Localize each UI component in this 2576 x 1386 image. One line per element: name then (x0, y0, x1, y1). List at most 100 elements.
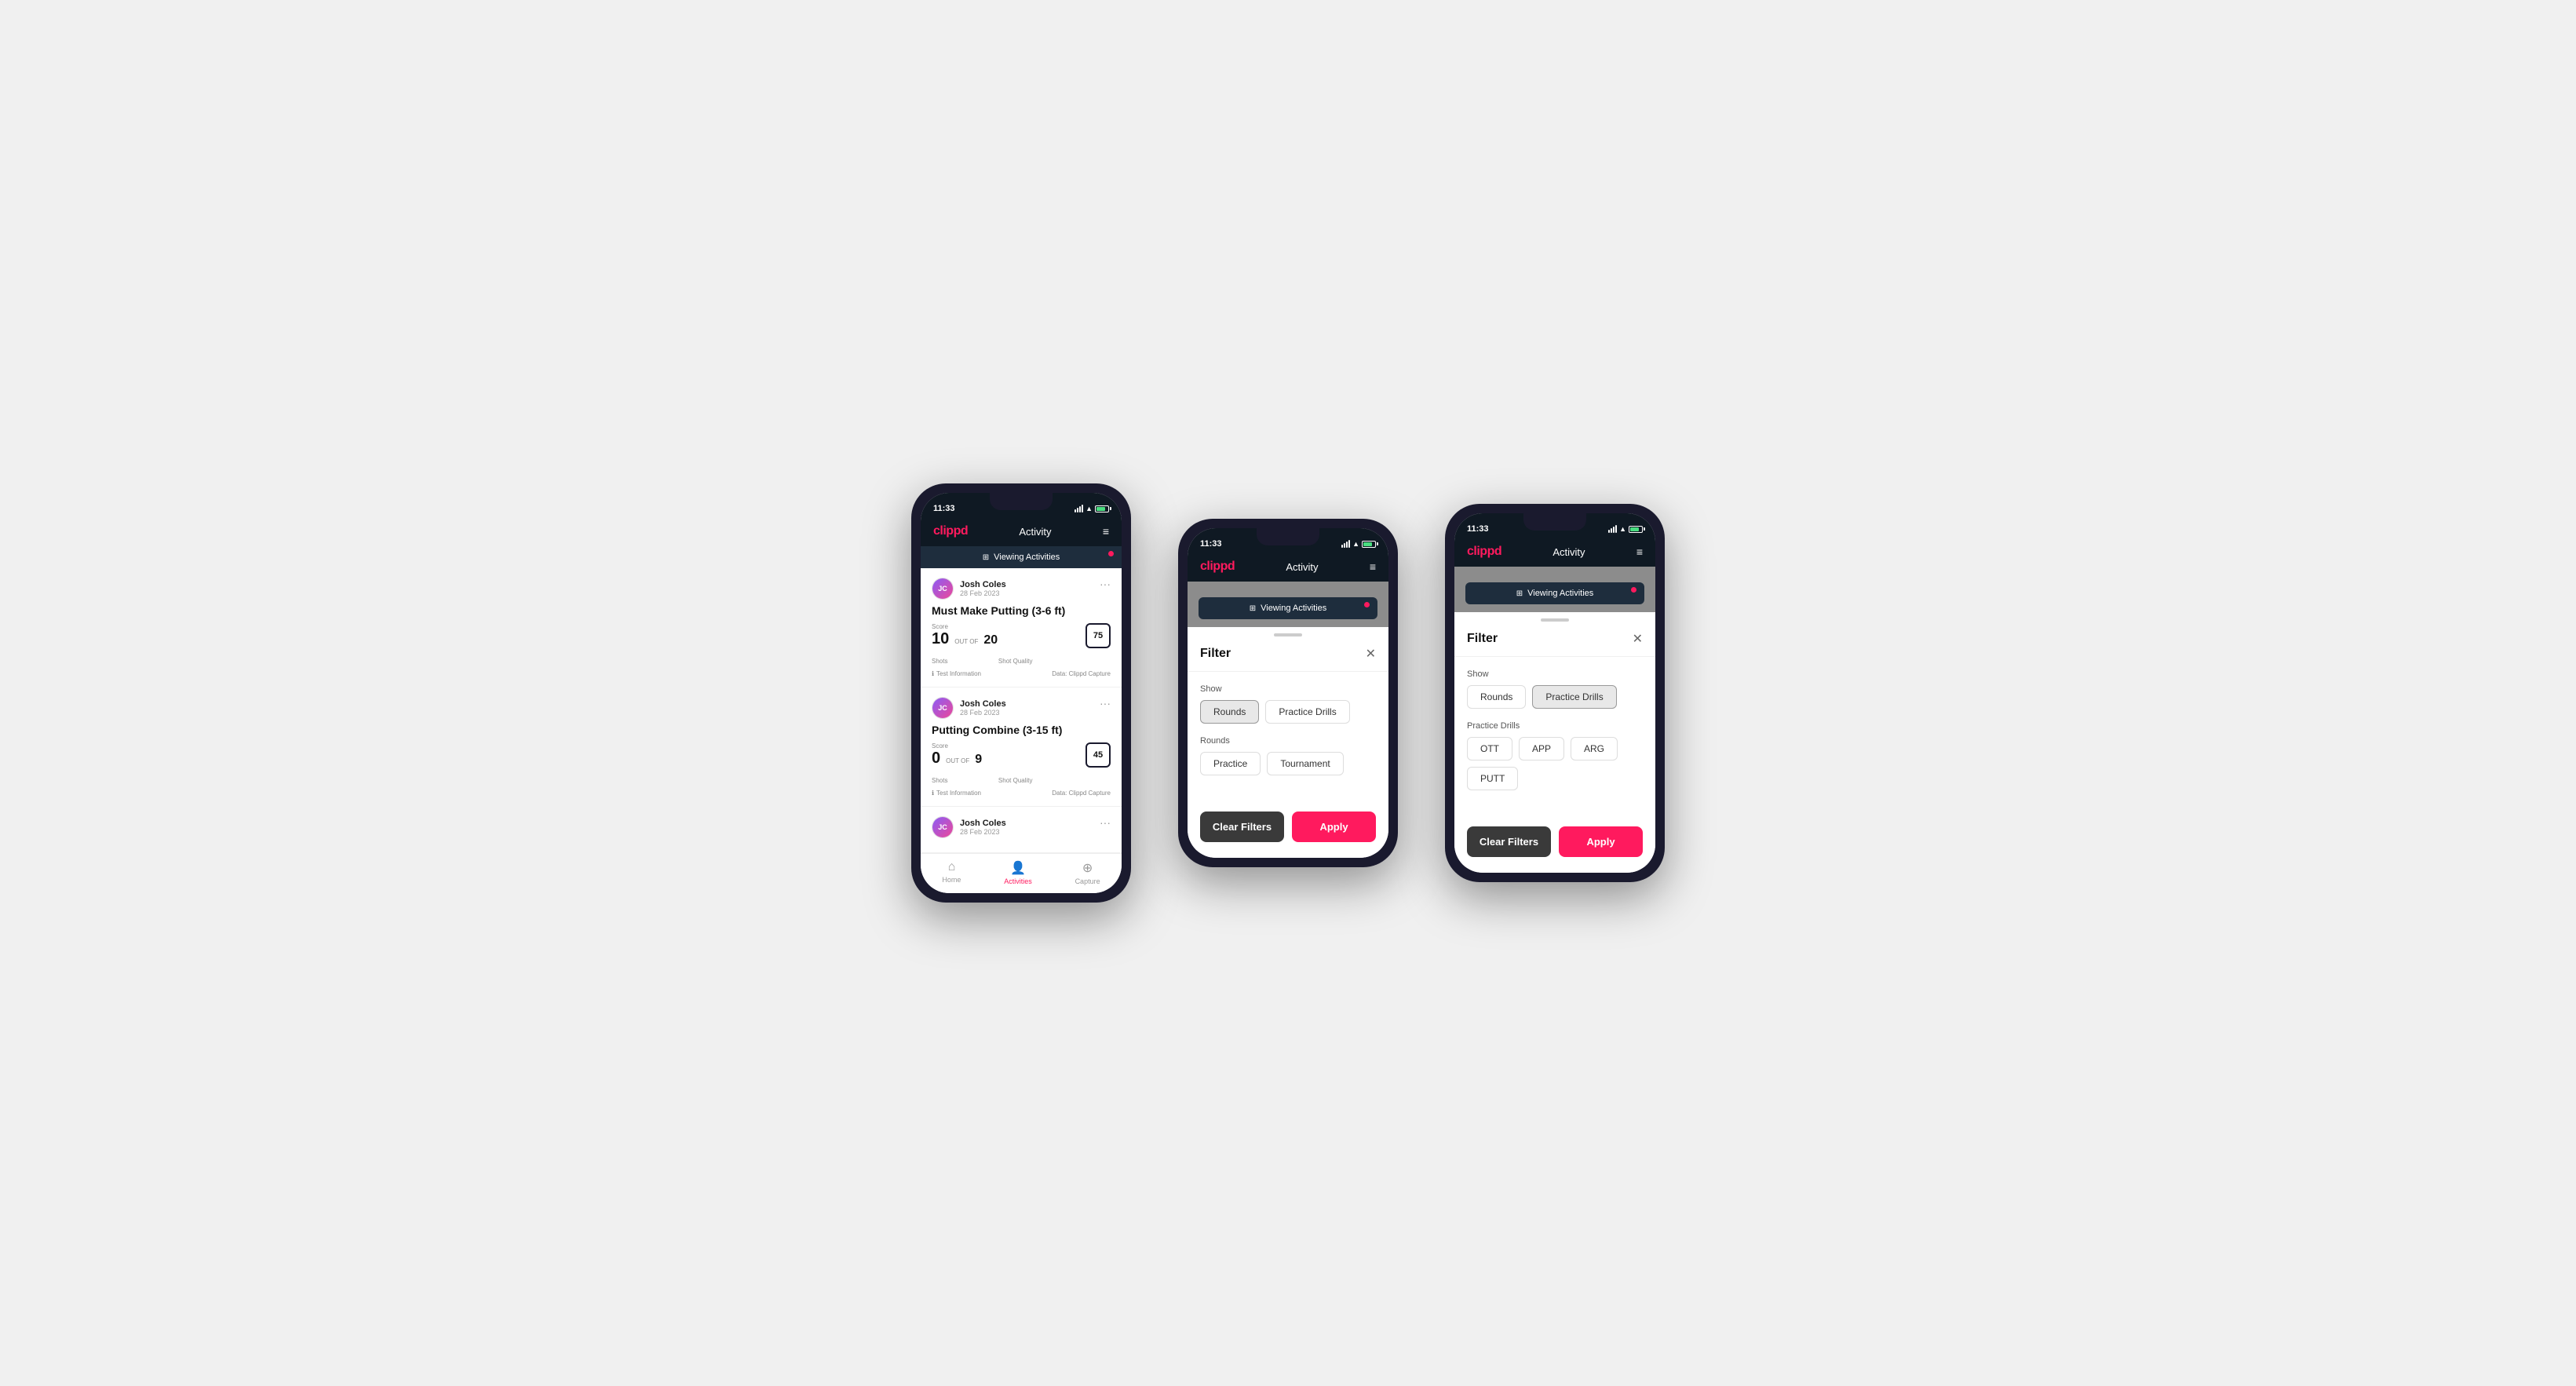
viewing-bar-3[interactable]: ⊞ Viewing Activities (1465, 582, 1644, 604)
wifi-icon-3: ▲ (1619, 525, 1626, 533)
rounds-label-2: Rounds (1200, 736, 1376, 746)
capture-label: Capture (1075, 877, 1100, 885)
header-title-3: Activity (1553, 546, 1585, 558)
close-btn-3[interactable]: ✕ (1633, 631, 1643, 647)
logo-2: clippd (1200, 560, 1235, 574)
chip-practice-drills-3[interactable]: Practice Drills (1532, 685, 1616, 709)
status-time-1: 11:33 (933, 504, 955, 513)
user-date-1: 28 Feb 2023 (960, 589, 1006, 597)
dark-overlay-2: ⊞ Viewing Activities (1188, 582, 1388, 627)
nav-home[interactable]: ⌂ Home (942, 860, 961, 885)
user-info-3: JC Josh Coles 28 Feb 2023 (932, 816, 1006, 838)
capture-icon: ⊕ (1082, 860, 1093, 876)
signal-icon (1075, 505, 1083, 512)
red-dot-2 (1364, 602, 1370, 607)
clear-filters-btn-3[interactable]: Clear Filters (1467, 826, 1551, 857)
filter-footer-3: Clear Filters Apply (1454, 815, 1655, 873)
user-date-2: 28 Feb 2023 (960, 709, 1006, 717)
chip-tournament-2[interactable]: Tournament (1267, 752, 1343, 775)
avatar-1: JC (932, 578, 954, 600)
filter-icon-1: ⊞ (983, 553, 989, 562)
test-info-1: ℹ Test Information (932, 670, 981, 677)
sheet-handle-2 (1274, 633, 1302, 636)
stats-row-2: Score 0 OUT OF 9 45 (932, 742, 1111, 768)
rounds-chips-2: Practice Tournament (1200, 752, 1376, 775)
chip-ott-3[interactable]: OTT (1467, 737, 1512, 760)
activity-header-3: JC Josh Coles 28 Feb 2023 ··· (932, 816, 1111, 838)
battery-icon (1095, 505, 1109, 512)
avatar-2: JC (932, 697, 954, 719)
data-source-1: Data: Clippd Capture (1052, 670, 1111, 677)
filter-icon-2: ⊞ (1250, 604, 1256, 613)
apply-btn-3[interactable]: Apply (1559, 826, 1643, 857)
user-meta-1: Josh Coles 28 Feb 2023 (960, 580, 1006, 597)
status-icons-3: ▲ (1608, 525, 1643, 533)
status-icons-2: ▲ (1341, 540, 1376, 548)
user-name-1: Josh Coles (960, 580, 1006, 589)
signal-icon-3 (1608, 525, 1617, 533)
filter-header-2: Filter ✕ (1188, 640, 1388, 672)
viewing-bar-text-2: Viewing Activities (1261, 604, 1326, 613)
score-value-1: 10 (932, 630, 949, 648)
chip-rounds-3[interactable]: Rounds (1467, 685, 1526, 709)
user-date-3: 28 Feb 2023 (960, 828, 1006, 836)
activity-footer-1: ℹ Test Information Data: Clippd Capture (932, 670, 1111, 677)
chip-app-3[interactable]: APP (1519, 737, 1564, 760)
close-btn-2[interactable]: ✕ (1366, 646, 1376, 662)
total-2: 9 (975, 753, 982, 767)
more-dots-1[interactable]: ··· (1100, 578, 1111, 590)
filter-title-3: Filter (1467, 632, 1498, 646)
chip-practice-drills-2[interactable]: Practice Drills (1265, 700, 1349, 724)
test-info-2: ℹ Test Information (932, 790, 981, 797)
viewing-bar-1[interactable]: ⊞ Viewing Activities (921, 546, 1122, 568)
nav-activities[interactable]: 👤 Activities (1004, 860, 1032, 885)
logo-3: clippd (1467, 545, 1501, 559)
wifi-icon-2: ▲ (1352, 540, 1359, 548)
notch-2 (1257, 528, 1319, 545)
apply-btn-2[interactable]: Apply (1292, 812, 1376, 842)
activity-item-2: JC Josh Coles 28 Feb 2023 ··· Putting Co… (921, 688, 1122, 807)
app-header-2: clippd Activity ≡ (1188, 553, 1388, 582)
nav-capture[interactable]: ⊕ Capture (1075, 860, 1100, 885)
more-dots-2[interactable]: ··· (1100, 697, 1111, 709)
user-meta-2: Josh Coles 28 Feb 2023 (960, 699, 1006, 717)
menu-icon-1[interactable]: ≡ (1103, 525, 1109, 538)
chip-practice-2[interactable]: Practice (1200, 752, 1261, 775)
data-source-2: Data: Clippd Capture (1052, 790, 1111, 797)
chip-putt-3[interactable]: PUTT (1467, 767, 1518, 790)
activities-icon: 👤 (1010, 860, 1026, 876)
clear-filters-btn-2[interactable]: Clear Filters (1200, 812, 1284, 842)
stats-row-1: Score 10 OUT OF 20 75 (932, 623, 1111, 648)
filter-icon-3: ⊞ (1516, 589, 1523, 598)
red-dot-1 (1108, 551, 1114, 556)
chip-arg-3[interactable]: ARG (1571, 737, 1618, 760)
phone-3: 11:33 ▲ clippd Activity ≡ (1445, 504, 1665, 882)
total-1: 20 (983, 633, 998, 647)
phone-1-screen: 11:33 ▲ clippd Activity ≡ ⊞ (921, 493, 1122, 893)
filter-sheet-3: Filter ✕ Show Rounds Practice Drills Pra… (1454, 612, 1655, 873)
activity-title-2: Putting Combine (3-15 ft) (932, 724, 1111, 736)
red-dot-3 (1631, 587, 1636, 593)
home-label: Home (942, 876, 961, 884)
viewing-bar-2[interactable]: ⊞ Viewing Activities (1199, 597, 1377, 619)
wifi-icon: ▲ (1085, 505, 1093, 512)
phone-3-screen: 11:33 ▲ clippd Activity ≡ (1454, 513, 1655, 873)
filter-header-3: Filter ✕ (1454, 625, 1655, 657)
activities-label: Activities (1004, 877, 1032, 885)
menu-icon-3[interactable]: ≡ (1636, 545, 1643, 558)
activity-header-1: JC Josh Coles 28 Feb 2023 ··· (932, 578, 1111, 600)
phone-2: 11:33 ▲ clippd Activity ≡ (1178, 519, 1398, 867)
shot-quality-badge-1: 75 (1085, 623, 1111, 648)
activity-item-1: JC Josh Coles 28 Feb 2023 ··· Must Make … (921, 568, 1122, 688)
logo-1: clippd (933, 524, 968, 538)
app-header-3: clippd Activity ≡ (1454, 538, 1655, 567)
show-label-2: Show (1200, 684, 1376, 694)
menu-icon-2[interactable]: ≡ (1370, 560, 1376, 573)
header-title-2: Activity (1286, 561, 1318, 573)
user-info-1: JC Josh Coles 28 Feb 2023 (932, 578, 1006, 600)
more-dots-3[interactable]: ··· (1100, 816, 1111, 829)
chip-rounds-2[interactable]: Rounds (1200, 700, 1259, 724)
user-meta-3: Josh Coles 28 Feb 2023 (960, 819, 1006, 836)
shot-quality-badge-2: 45 (1085, 742, 1111, 768)
filter-body-2: Show Rounds Practice Drills Rounds Pract… (1188, 672, 1388, 801)
